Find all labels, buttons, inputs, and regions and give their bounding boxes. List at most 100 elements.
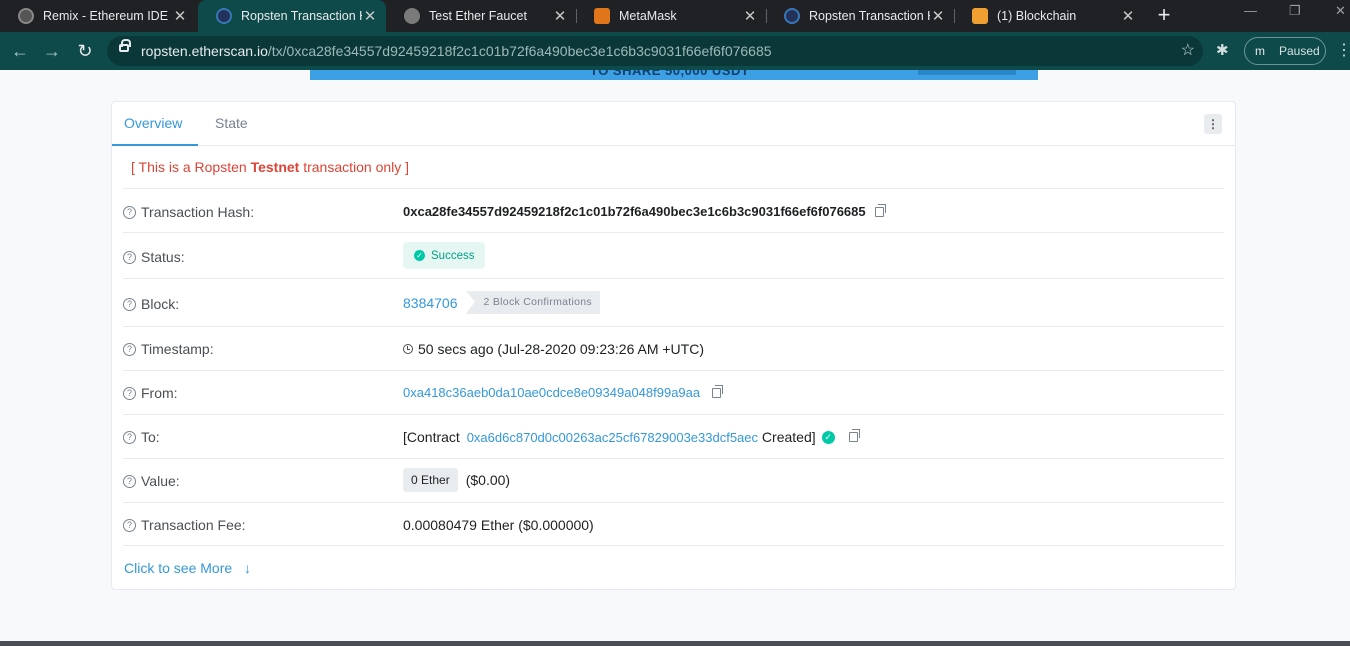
profile-button[interactable]: m Paused [1244,37,1326,65]
help-icon[interactable]: ? [123,297,136,311]
to-label: To: [141,429,160,445]
browser-tab[interactable]: Test Ether Faucet ✕ [386,0,576,32]
help-icon[interactable]: ? [123,250,136,264]
status-badge: ✓ Success [403,242,486,269]
help-icon[interactable]: ? [123,474,136,488]
row-value: ? Value: 0 Ether ($0.00) [123,458,1224,502]
clock-icon [403,344,413,354]
transaction-fee-value-wrap: 0.00080479 Ether ($0.000000) [403,517,594,533]
browser-tab[interactable]: Ropsten Transaction Ha ✕ [766,0,954,32]
value-label: Value: [141,473,180,489]
browser-tab-strip: Remix - Ethereum IDE ✕ Ropsten Transacti… [0,0,1350,32]
field-label: ? Transaction Hash: [123,204,254,220]
browser-tab[interactable]: MetaMask ✕ [576,0,766,32]
notice-text: [ This is a Ropsten [131,159,251,175]
block-value-wrap: 8384706 2 Block Confirmations [403,291,600,314]
new-tab-button[interactable]: + [1152,4,1176,28]
field-label: ? Value: [123,473,180,489]
field-label: ? To: [123,429,160,445]
ad-banner[interactable]: TO SHARE 50,000 USDT [310,70,1038,80]
help-icon[interactable]: ? [123,205,136,219]
banner-button[interactable] [918,70,1016,75]
restore-icon[interactable]: ❐ [1289,3,1301,19]
tab-title: Ropsten Transaction Ha [809,9,930,23]
tab-title: Ropsten Transaction Ha [241,9,362,23]
timestamp-value: 50 secs ago (Jul-28-2020 09:23:26 AM +UT… [418,341,704,357]
row-transaction-hash: ? Transaction Hash: 0xca28fe34557d924592… [123,188,1224,232]
globe-icon [404,8,420,24]
field-label: ? Timestamp: [123,341,214,357]
see-more-link[interactable]: Click to see More ↓ [124,560,251,576]
minimize-icon[interactable]: — [1244,3,1257,18]
row-timestamp: ? Timestamp: 50 secs ago (Jul-28-2020 09… [123,326,1224,370]
browser-toolbar: ← → ↻ ropsten.etherscan.io/tx/0xca28fe34… [0,32,1350,70]
row-transaction-fee: ? Transaction Fee: 0.00080479 Ether ($0.… [123,502,1224,546]
notice-bold: Testnet [250,159,300,175]
tab-overview[interactable]: Overview [124,115,182,131]
window-close-icon[interactable]: ✕ [1335,3,1346,19]
close-icon[interactable]: ✕ [362,7,378,25]
contract-address-link[interactable]: 0xa6d6c870d0c00263ac25cf67829003e33dcf5a… [467,430,758,445]
lock-icon [119,39,131,52]
avatar: m [1250,41,1270,61]
close-icon[interactable]: ✕ [172,7,188,25]
transaction-hash-value: 0xca28fe34557d92459218f2c1c01b72f6a490be… [403,204,866,219]
to-suffix: Created] [758,429,816,445]
field-label: ? From: [123,385,178,401]
profile-status: Paused [1279,44,1320,58]
help-icon[interactable]: ? [123,386,136,400]
status-value-wrap: ✓ Success [403,242,486,269]
row-to: ? To: [Contract 0xa6d6c870d0c00263ac25cf… [123,414,1224,458]
metamask-icon [594,8,610,24]
close-icon[interactable]: ✕ [1120,7,1136,25]
url-text: ropsten.etherscan.io/tx/0xca28fe34557d92… [141,43,772,59]
from-address-link[interactable]: 0xa418c36aeb0da10ae0cdce8e09349a048f99a9… [403,385,700,400]
browser-tab-active[interactable]: Ropsten Transaction Ha ✕ [198,0,386,32]
active-tab-indicator [112,144,198,146]
timestamp-label: Timestamp: [141,341,214,357]
field-label: ? Transaction Fee: [123,517,246,533]
transaction-card: Overview State ⋮ [ This is a Ropsten Tes… [111,101,1236,590]
browser-menu-icon[interactable]: ⋮ [1336,40,1350,60]
copy-icon[interactable] [712,384,724,398]
close-icon[interactable]: ✕ [930,7,946,25]
transaction-hash-label: Transaction Hash: [141,204,255,220]
remix-icon [18,8,34,24]
extensions-puzzle-icon[interactable]: ✱ [1216,41,1229,59]
address-bar[interactable]: ropsten.etherscan.io/tx/0xca28fe34557d92… [107,36,1203,66]
help-icon[interactable]: ? [123,342,136,356]
banner-text: TO SHARE 50,000 USDT [590,70,750,78]
forward-arrow-icon[interactable]: → [40,39,64,63]
browser-tab[interactable]: (1) Blockchain ✕ [954,0,1144,32]
bookmark-star-icon[interactable]: ☆ [1181,40,1195,60]
reload-icon[interactable]: ↻ [73,39,97,63]
browser-tab[interactable]: Remix - Ethereum IDE ✕ [0,0,196,32]
block-number-link[interactable]: 8384706 [403,295,458,311]
copy-icon[interactable] [874,203,886,217]
value-amount: 0 Ether [403,468,458,492]
from-label: From: [141,385,178,401]
block-label: Block: [141,296,180,312]
status-label: Status: [141,249,185,265]
etherscan-icon [216,8,232,24]
more-options-icon[interactable]: ⋮ [1204,114,1222,134]
close-icon[interactable]: ✕ [552,7,568,25]
field-label: ? Status: [123,249,185,265]
close-icon[interactable]: ✕ [742,7,758,25]
tab-title: Remix - Ethereum IDE [43,9,169,23]
to-value-wrap: [Contract 0xa6d6c870d0c00263ac25cf678290… [403,429,860,445]
notice-text-end: transaction only ] [299,159,410,175]
back-arrow-icon[interactable]: ← [8,39,32,63]
tab-title: Test Ether Faucet [429,9,527,23]
from-value-wrap: 0xa418c36aeb0da10ae0cdce8e09349a048f99a9… [403,384,724,400]
help-icon[interactable]: ? [123,430,136,444]
testnet-notice: [ This is a Ropsten Testnet transaction … [131,159,409,175]
timestamp-value-wrap: 50 secs ago (Jul-28-2020 09:23:26 AM +UT… [403,341,704,357]
footer-edge [0,641,1350,646]
help-icon[interactable]: ? [123,518,136,532]
status-text: Success [431,249,475,262]
transaction-fee-value: 0.00080479 Ether ($0.000000) [403,517,594,533]
row-block: ? Block: 8384706 2 Block Confirmations [123,278,1224,326]
copy-icon[interactable] [848,429,860,442]
tab-state[interactable]: State [215,115,248,131]
